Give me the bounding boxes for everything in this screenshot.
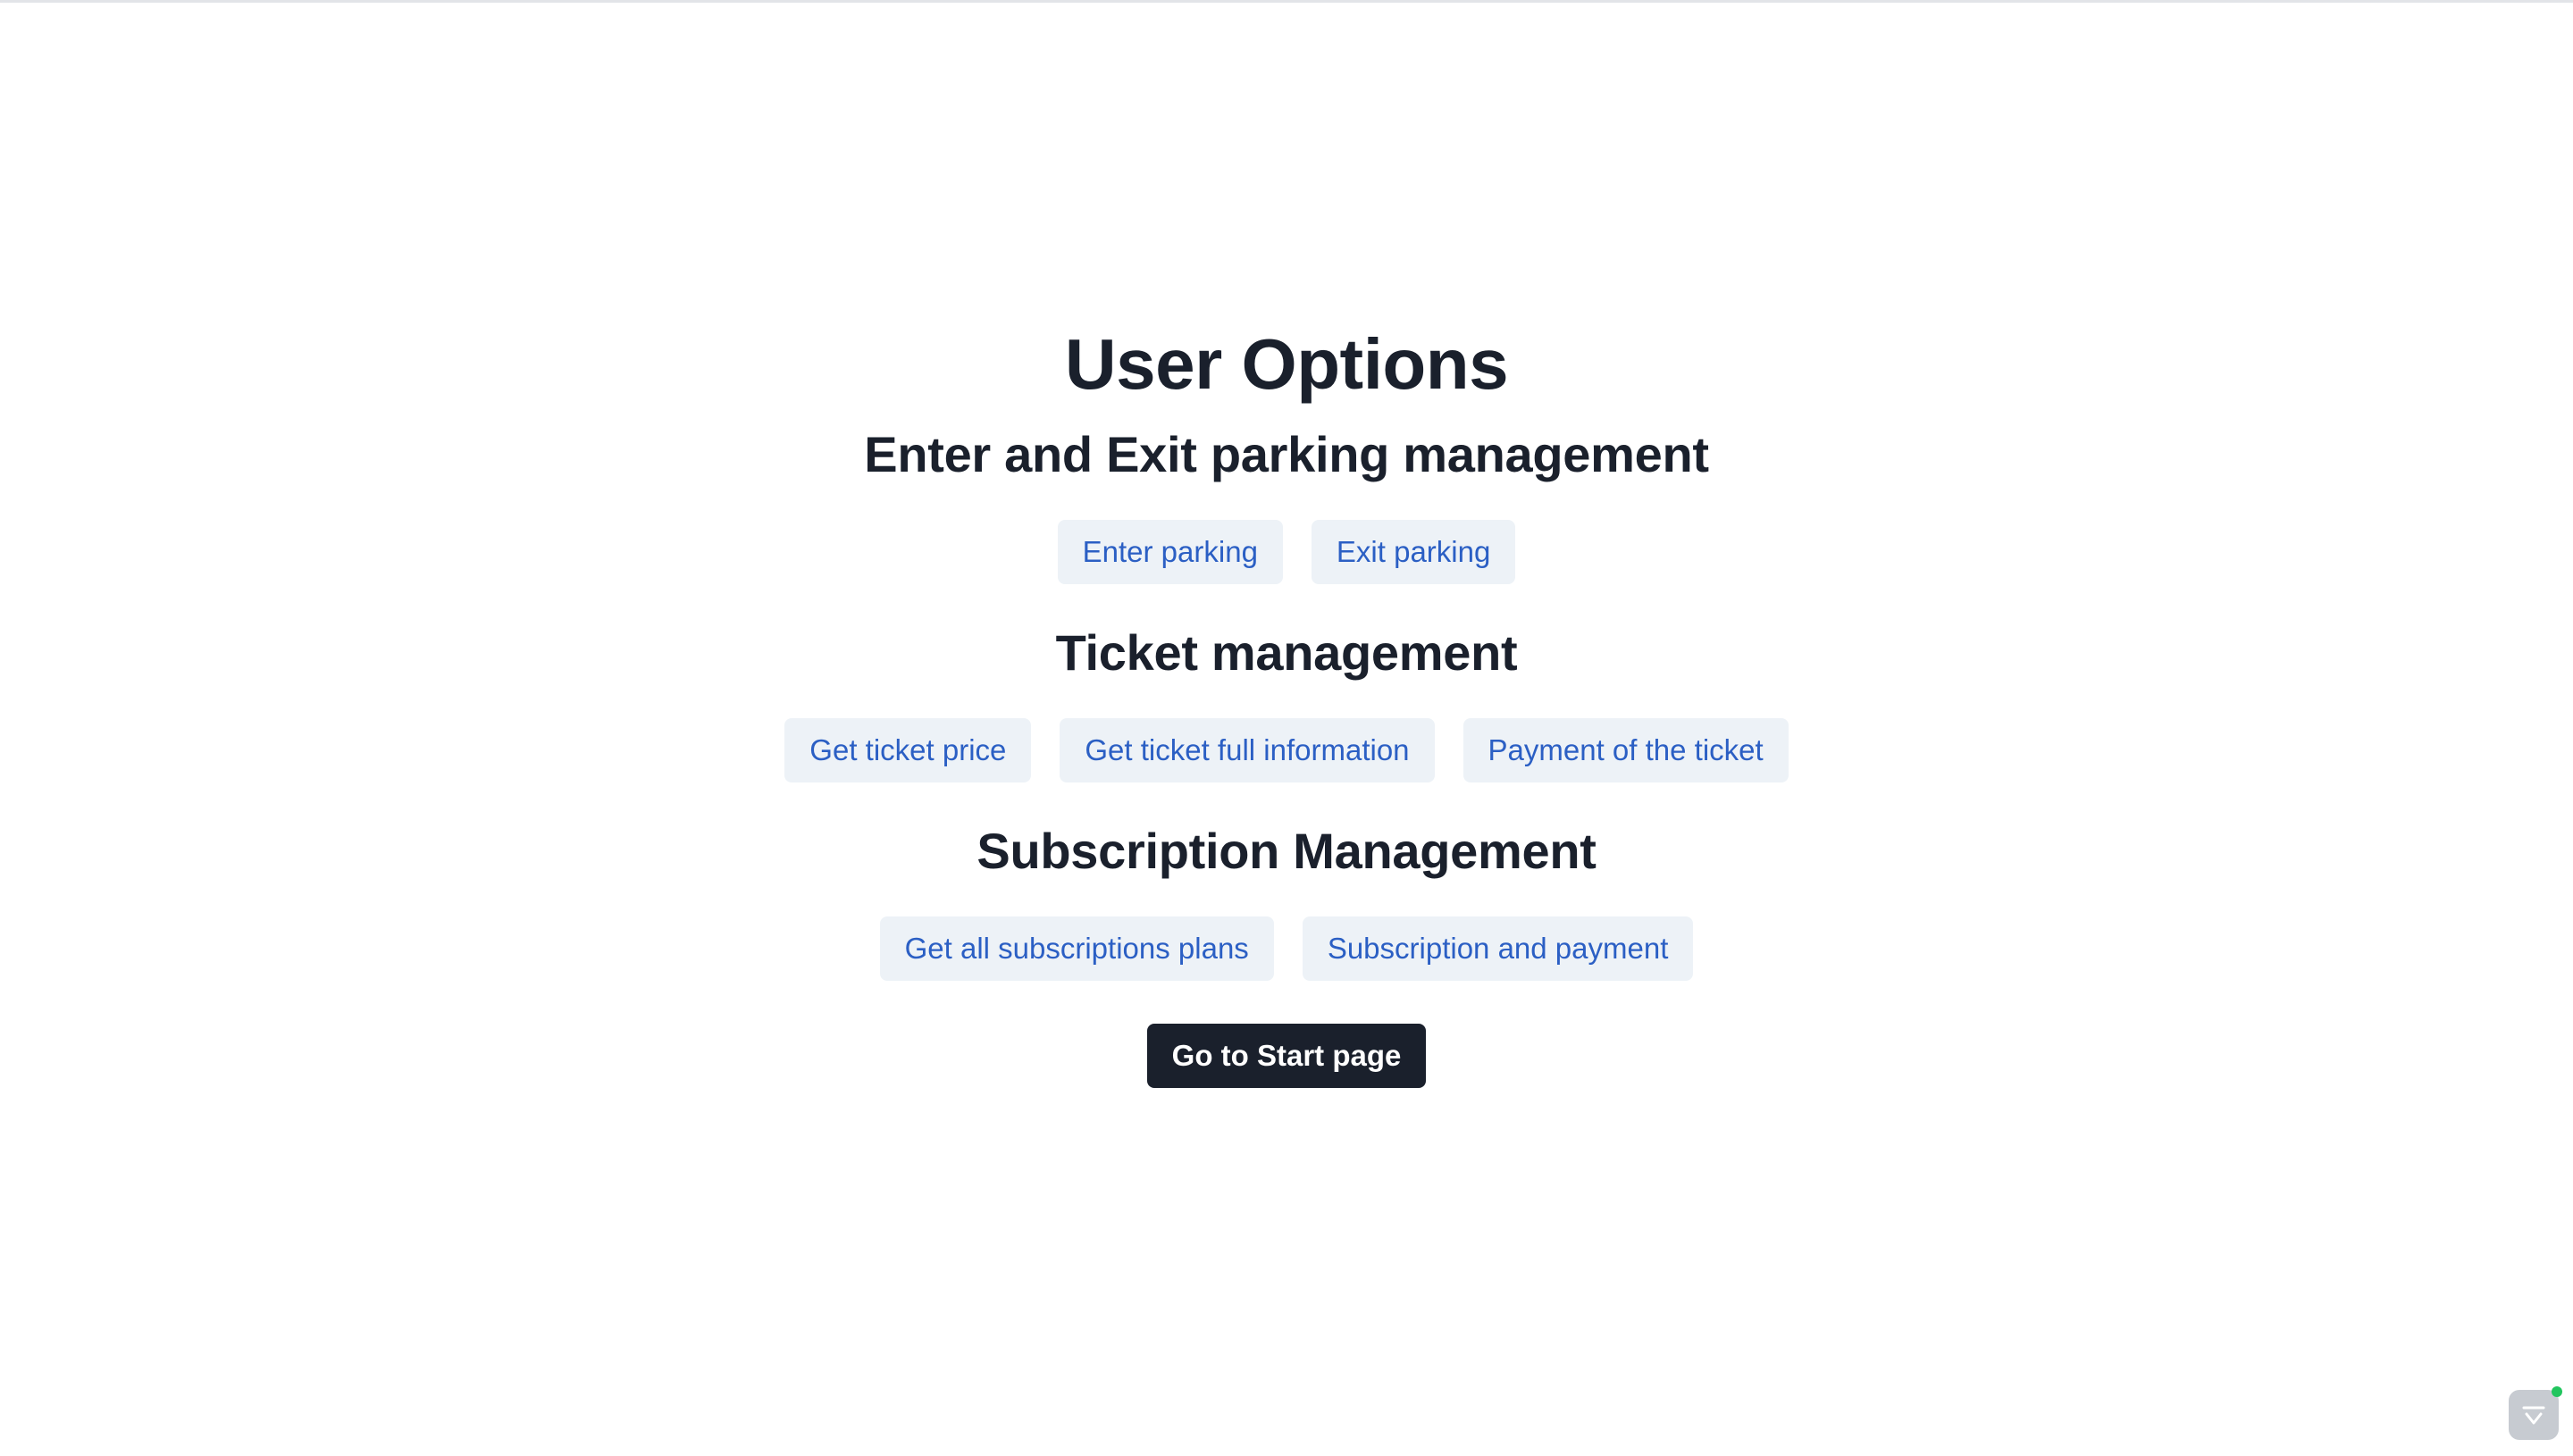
ticket-buttons: Get ticket price Get ticket full informa… bbox=[784, 718, 1789, 782]
section-title-parking: Enter and Exit parking management bbox=[864, 426, 1709, 482]
subscription-buttons: Get all subscriptions plans Subscription… bbox=[879, 916, 1694, 981]
enter-parking-button[interactable]: Enter parking bbox=[1057, 520, 1283, 584]
go-to-start-page-button[interactable]: Go to Start page bbox=[1146, 1024, 1427, 1088]
page: User Options Enter and Exit parking mana… bbox=[0, 0, 2573, 1456]
get-subscription-plans-button[interactable]: Get all subscriptions plans bbox=[879, 916, 1274, 981]
parking-buttons: Enter parking Exit parking bbox=[1057, 520, 1516, 584]
get-ticket-price-button[interactable]: Get ticket price bbox=[784, 718, 1032, 782]
get-ticket-info-button[interactable]: Get ticket full information bbox=[1060, 718, 1435, 782]
section-title-ticket: Ticket management bbox=[1055, 624, 1518, 681]
page-title: User Options bbox=[1064, 324, 1509, 404]
devtools-widget-button[interactable] bbox=[2509, 1386, 2562, 1440]
user-options-panel: User Options Enter and Exit parking mana… bbox=[0, 322, 2573, 1088]
status-dot bbox=[2552, 1386, 2562, 1397]
ticket-payment-button[interactable]: Payment of the ticket bbox=[1463, 718, 1789, 782]
checklist-icon bbox=[2522, 1406, 2545, 1425]
exit-parking-button[interactable]: Exit parking bbox=[1311, 520, 1516, 584]
section-title-subscription: Subscription Management bbox=[976, 823, 1597, 879]
subscription-payment-button[interactable]: Subscription and payment bbox=[1302, 916, 1694, 981]
